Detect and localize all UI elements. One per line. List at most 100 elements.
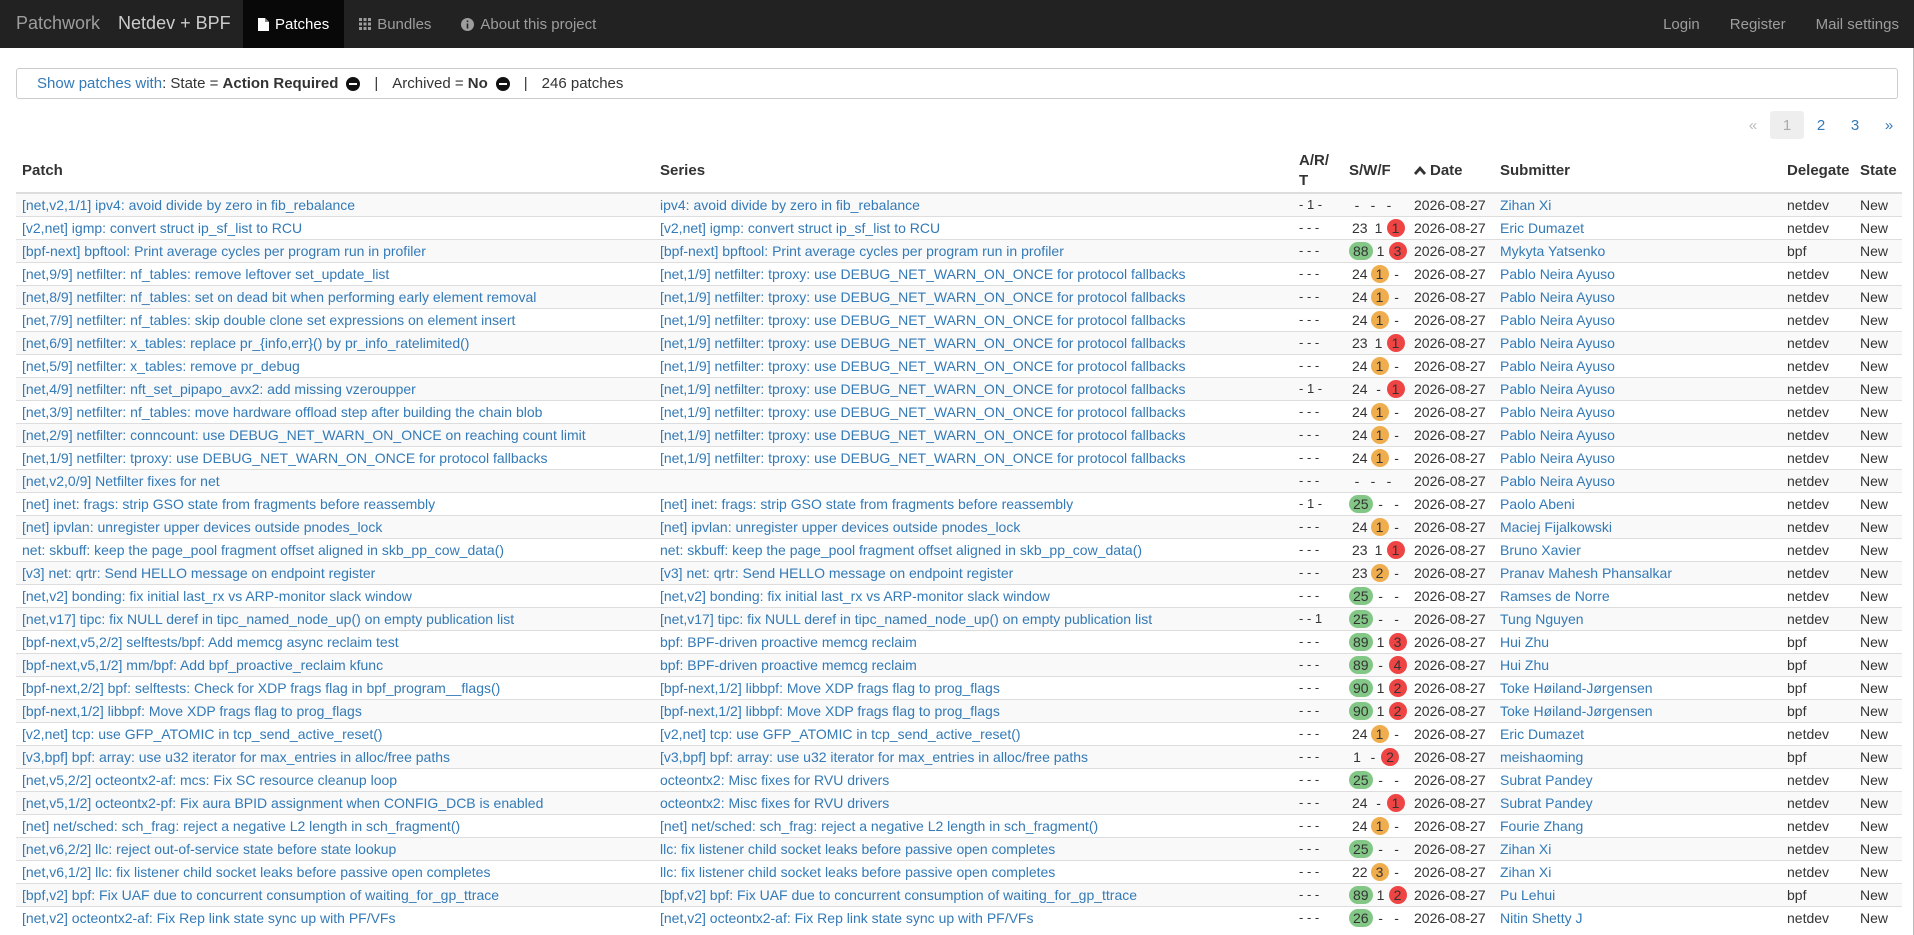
page-1[interactable]: 1 <box>1770 111 1804 139</box>
submitter-link[interactable]: Pablo Neira Ayuso <box>1500 427 1615 443</box>
patch-link[interactable]: [net,4/9] netfilter: nft_set_pipapo_avx2… <box>22 381 416 397</box>
patch-link[interactable]: [net,9/9] netfilter: nf_tables: remove l… <box>22 266 389 282</box>
patch-link[interactable]: [bpf,v2] bpf: Fix UAF due to concurrent … <box>22 887 499 903</box>
submitter-link[interactable]: meishaoming <box>1500 749 1583 765</box>
patch-link[interactable]: [bpf-next,2/2] bpf: selftests: Check for… <box>22 680 500 696</box>
patch-link[interactable]: [net,7/9] netfilter: nf_tables: skip dou… <box>22 312 515 328</box>
tab-bundles[interactable]: Bundles <box>344 0 446 48</box>
submitter-link[interactable]: Zihan Xi <box>1500 864 1551 880</box>
submitter-link[interactable]: Toke Høiland-Jørgensen <box>1500 680 1653 696</box>
series-link[interactable]: [v2,net] tcp: use GFP_ATOMIC in tcp_send… <box>660 726 1021 742</box>
submitter-link[interactable]: Pablo Neira Ayuso <box>1500 312 1615 328</box>
patch-link[interactable]: [v3] net: qrtr: Send HELLO message on en… <box>22 565 375 581</box>
submitter-link[interactable]: Pablo Neira Ayuso <box>1500 450 1615 466</box>
mail-settings-link[interactable]: Mail settings <box>1801 0 1914 48</box>
submitter-link[interactable]: Eric Dumazet <box>1500 220 1584 236</box>
submitter-link[interactable]: Ramses de Norre <box>1500 588 1610 604</box>
submitter-link[interactable]: Bruno Xavier <box>1500 542 1581 558</box>
patch-link[interactable]: [net] ipvlan: unregister upper devices o… <box>22 519 382 535</box>
submitter-link[interactable]: Pranav Mahesh Phansalkar <box>1500 565 1672 581</box>
remove-archived-filter-icon[interactable] <box>495 76 510 91</box>
series-link[interactable]: [bpf-next] bpftool: Print average cycles… <box>660 243 1064 259</box>
patch-link[interactable]: [net,v2,1/1] ipv4: avoid divide by zero … <box>22 197 355 213</box>
submitter-link[interactable]: Nitin Shetty J <box>1500 910 1582 926</box>
series-link[interactable]: [net,1/9] netfilter: tproxy: use DEBUG_N… <box>660 450 1185 466</box>
series-link[interactable]: [net,1/9] netfilter: tproxy: use DEBUG_N… <box>660 312 1185 328</box>
prev-page[interactable]: « <box>1736 111 1770 139</box>
brand-name[interactable]: Patchwork <box>16 13 100 33</box>
patch-link[interactable]: [net,6/9] netfilter: x_tables: replace p… <box>22 335 469 351</box>
patch-link[interactable]: [bpf-next,1/2] libbpf: Move XDP frags fl… <box>22 703 362 719</box>
col-art[interactable]: A/R/T <box>1293 150 1343 194</box>
series-link[interactable]: llc: fix listener child socket leaks bef… <box>660 841 1055 857</box>
patch-link[interactable]: [net,1/9] netfilter: tproxy: use DEBUG_N… <box>22 450 547 466</box>
submitter-link[interactable]: Pablo Neira Ayuso <box>1500 358 1615 374</box>
tab-patches[interactable]: Patches <box>243 0 345 48</box>
patch-link[interactable]: [v2,net] igmp: convert struct ip_sf_list… <box>22 220 302 236</box>
patch-link[interactable]: [net,v5,2/2] octeontx2-af: mcs: Fix SC r… <box>22 772 397 788</box>
col-swf[interactable]: S/W/F <box>1343 150 1408 194</box>
submitter-link[interactable]: Zihan Xi <box>1500 841 1551 857</box>
page-2[interactable]: 2 <box>1804 111 1838 139</box>
series-link[interactable]: [net] net/sched: sch_frag: reject a nega… <box>660 818 1098 834</box>
patch-link[interactable]: [bpf-next,v5,1/2] mm/bpf: Add bpf_proact… <box>22 657 383 673</box>
col-delegate[interactable]: Delegate <box>1781 150 1854 194</box>
series-link[interactable]: ipv4: avoid divide by zero in fib_rebala… <box>660 197 920 213</box>
col-patch[interactable]: Patch <box>16 150 654 194</box>
series-link[interactable]: [net] inet: frags: strip GSO state from … <box>660 496 1073 512</box>
patch-link[interactable]: [net,2/9] netfilter: conncount: use DEBU… <box>22 427 586 443</box>
patch-link[interactable]: [net,v5,1/2] octeontx2-pf: Fix aura BPID… <box>22 795 543 811</box>
project-name[interactable]: Netdev + BPF <box>118 13 231 33</box>
register-link[interactable]: Register <box>1715 0 1801 48</box>
page-3[interactable]: 3 <box>1838 111 1872 139</box>
patch-link[interactable]: [net,v6,2/2] llc: reject out-of-service … <box>22 841 396 857</box>
series-link[interactable]: [bpf,v2] bpf: Fix UAF due to concurrent … <box>660 887 1137 903</box>
col-state[interactable]: State <box>1854 150 1902 194</box>
submitter-link[interactable]: Tung Nguyen <box>1500 611 1584 627</box>
patch-link[interactable]: [net] net/sched: sch_frag: reject a nega… <box>22 818 460 834</box>
series-link[interactable]: [bpf-next,1/2] libbpf: Move XDP frags fl… <box>660 680 1000 696</box>
series-link[interactable]: [net,1/9] netfilter: tproxy: use DEBUG_N… <box>660 289 1185 305</box>
patch-link[interactable]: [net,v2,0/9] Netfilter fixes for net <box>22 473 220 489</box>
submitter-link[interactable]: Pablo Neira Ayuso <box>1500 473 1615 489</box>
series-link[interactable]: [net,1/9] netfilter: tproxy: use DEBUG_N… <box>660 335 1185 351</box>
submitter-link[interactable]: Eric Dumazet <box>1500 726 1584 742</box>
submitter-link[interactable]: Subrat Pandey <box>1500 795 1593 811</box>
login-link[interactable]: Login <box>1648 0 1715 48</box>
patch-link[interactable]: [net,8/9] netfilter: nf_tables: set on d… <box>22 289 536 305</box>
submitter-link[interactable]: Hui Zhu <box>1500 634 1549 650</box>
series-link[interactable]: [net,1/9] netfilter: tproxy: use DEBUG_N… <box>660 404 1185 420</box>
patch-link[interactable]: net: skbuff: keep the page_pool fragment… <box>22 542 504 558</box>
col-series[interactable]: Series <box>654 150 1293 194</box>
submitter-link[interactable]: Pablo Neira Ayuso <box>1500 335 1615 351</box>
patch-link[interactable]: [net] inet: frags: strip GSO state from … <box>22 496 435 512</box>
series-link[interactable]: [net,v2] bonding: fix initial last_rx vs… <box>660 588 1050 604</box>
patch-link[interactable]: [net,v2] octeontx2-af: Fix Rep link stat… <box>22 910 396 926</box>
submitter-link[interactable]: Mykyta Yatsenko <box>1500 243 1605 259</box>
series-link[interactable]: [v2,net] igmp: convert struct ip_sf_list… <box>660 220 940 236</box>
series-link[interactable]: [net,1/9] netfilter: tproxy: use DEBUG_N… <box>660 381 1185 397</box>
submitter-link[interactable]: Pu Lehui <box>1500 887 1555 903</box>
series-link[interactable]: bpf: BPF-driven proactive memcg reclaim <box>660 657 917 673</box>
series-link[interactable]: [net] ipvlan: unregister upper devices o… <box>660 519 1020 535</box>
series-link[interactable]: [net,v2] octeontx2-af: Fix Rep link stat… <box>660 910 1034 926</box>
series-link[interactable]: octeontx2: Misc fixes for RVU drivers <box>660 772 889 788</box>
patch-link[interactable]: [v3,bpf] bpf: array: use u32 iterator fo… <box>22 749 450 765</box>
submitter-link[interactable]: Pablo Neira Ayuso <box>1500 266 1615 282</box>
series-link[interactable]: [v3] net: qrtr: Send HELLO message on en… <box>660 565 1013 581</box>
series-link[interactable]: [net,1/9] netfilter: tproxy: use DEBUG_N… <box>660 266 1185 282</box>
submitter-link[interactable]: Toke Høiland-Jørgensen <box>1500 703 1653 719</box>
series-link[interactable]: bpf: BPF-driven proactive memcg reclaim <box>660 634 917 650</box>
tab-about[interactable]: About this project <box>446 0 611 48</box>
patch-link[interactable]: [net,v6,1/2] llc: fix listener child soc… <box>22 864 490 880</box>
remove-state-filter-icon[interactable] <box>346 76 361 91</box>
series-link[interactable]: [net,1/9] netfilter: tproxy: use DEBUG_N… <box>660 358 1185 374</box>
series-link[interactable]: net: skbuff: keep the page_pool fragment… <box>660 542 1142 558</box>
submitter-link[interactable]: Fourie Zhang <box>1500 818 1583 834</box>
submitter-link[interactable]: Paolo Abeni <box>1500 496 1575 512</box>
series-link[interactable]: octeontx2: Misc fixes for RVU drivers <box>660 795 889 811</box>
series-link[interactable]: [net,1/9] netfilter: tproxy: use DEBUG_N… <box>660 427 1185 443</box>
patch-link[interactable]: [v2,net] tcp: use GFP_ATOMIC in tcp_send… <box>22 726 383 742</box>
patch-link[interactable]: [net,v2] bonding: fix initial last_rx vs… <box>22 588 412 604</box>
submitter-link[interactable]: Pablo Neira Ayuso <box>1500 381 1615 397</box>
